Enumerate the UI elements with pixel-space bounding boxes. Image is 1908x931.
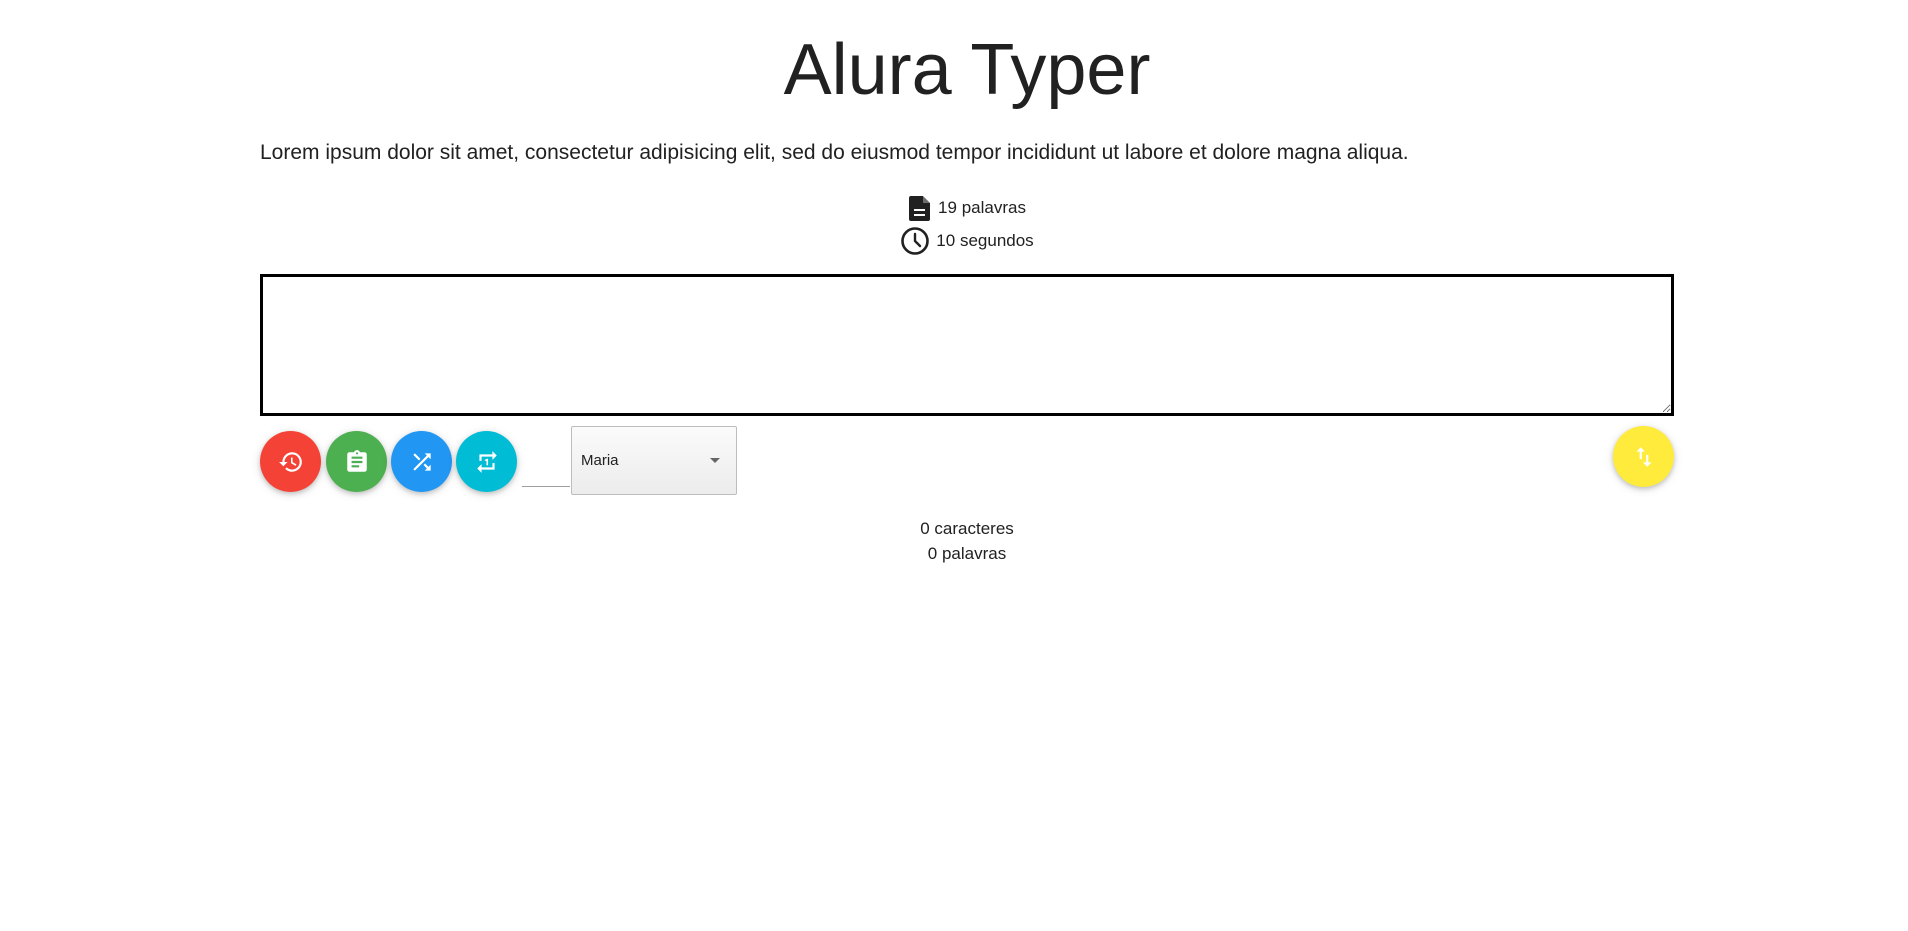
shuffle-icon bbox=[412, 452, 431, 471]
player-select-value: Maria bbox=[581, 452, 619, 469]
scoreboard-button[interactable] bbox=[326, 431, 387, 492]
page-title: Alura Typer bbox=[783, 30, 1151, 110]
typing-textarea[interactable] bbox=[260, 274, 1674, 416]
dropdown-arrow-icon bbox=[710, 458, 720, 463]
character-counter: 0 caracteres bbox=[260, 519, 1674, 539]
typing-phrase: Lorem ipsum dolor sit amet, consectetur … bbox=[260, 141, 1409, 164]
description-icon bbox=[909, 196, 931, 221]
phrase-id-input[interactable] bbox=[522, 460, 570, 487]
select-phrase-button[interactable] bbox=[456, 431, 517, 492]
restart-button[interactable] bbox=[260, 431, 321, 492]
word-counter-value: 0 bbox=[927, 544, 938, 563]
phrase-word-count-label: palavras bbox=[961, 198, 1026, 217]
phrase-word-count: 19 palavras bbox=[260, 193, 1674, 223]
character-counter-label: caracteres bbox=[934, 519, 1014, 538]
player-select[interactable]: Maria bbox=[571, 426, 737, 495]
sync-button[interactable] bbox=[1613, 426, 1674, 487]
word-counter-label: palavras bbox=[941, 544, 1007, 563]
swap-vert-icon bbox=[1635, 446, 1652, 467]
character-counter-value: 0 bbox=[920, 519, 930, 538]
repeat-one-icon bbox=[476, 450, 497, 473]
phrase-word-count-value: 19 bbox=[938, 198, 957, 217]
game-time: 10 segundos bbox=[260, 226, 1674, 256]
clock-icon bbox=[901, 227, 930, 255]
game-time-label: segundos bbox=[959, 231, 1034, 250]
word-counter: 0 palavras bbox=[260, 544, 1674, 564]
history-icon bbox=[278, 451, 302, 472]
random-phrase-button[interactable] bbox=[391, 431, 452, 492]
assignment-icon bbox=[346, 449, 367, 472]
game-time-value: 10 bbox=[936, 231, 956, 250]
